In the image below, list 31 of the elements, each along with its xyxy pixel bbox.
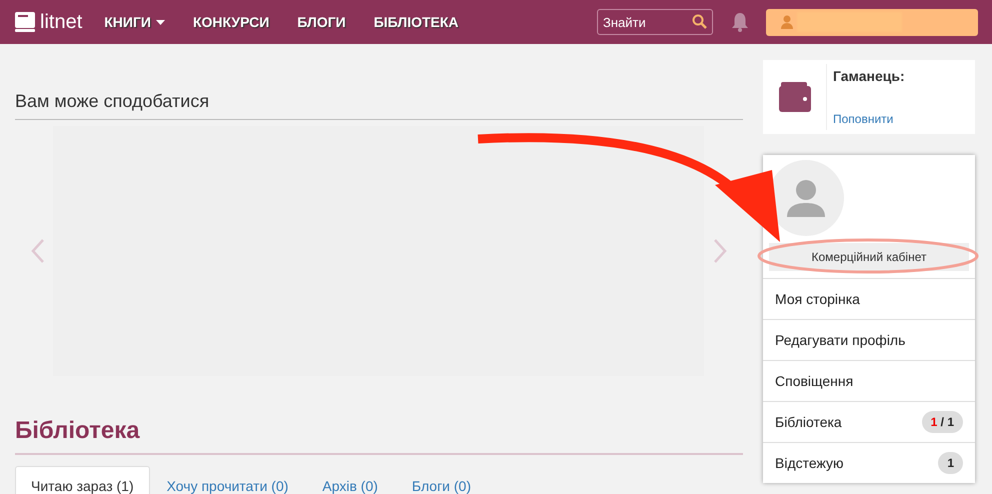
menu-item[interactable]: Редагувати профіль: [763, 319, 975, 360]
search-icon[interactable]: [692, 14, 707, 29]
count-badge: 1 / 1: [922, 411, 963, 433]
book-icon: [14, 11, 36, 33]
bell-icon[interactable]: [731, 12, 749, 32]
section-title: Вам може сподобатися: [15, 90, 210, 113]
top-up-link[interactable]: Поповнити: [833, 110, 905, 128]
user-menu[interactable]: [766, 8, 978, 36]
nav-link[interactable]: БЛОГИ: [297, 12, 346, 32]
logo[interactable]: litnet: [14, 7, 82, 37]
tab[interactable]: Читаю зараз (1): [15, 466, 150, 494]
menu-item[interactable]: Відстежую 1: [763, 442, 975, 483]
menu-item[interactable]: Бібліотека 1 / 1: [763, 401, 975, 442]
menu-item[interactable]: Моя сторінка: [763, 278, 975, 319]
wallet-title: Гаманець:: [833, 67, 905, 86]
wallet-icon: [778, 82, 810, 112]
user-icon: [780, 15, 794, 29]
tab[interactable]: Хочу прочитати (0): [150, 466, 306, 494]
user-icon: [786, 179, 826, 217]
nav-link[interactable]: КОНКУРСИ: [192, 12, 270, 32]
menu-item[interactable]: Сповіщення: [763, 360, 975, 401]
nav-link[interactable]: БІБЛІОТЕКА: [374, 12, 459, 32]
search-field[interactable]: Знайти: [597, 9, 713, 35]
section-title: Бібліотека: [15, 416, 141, 446]
caret-icon: [156, 20, 165, 24]
chevron-right-icon[interactable]: [713, 238, 727, 264]
tab[interactable]: Блоги (0): [394, 466, 488, 494]
count-badge: 1: [938, 452, 963, 474]
tab[interactable]: Архів (0): [305, 466, 395, 494]
nav-link[interactable]: КНИГИ: [104, 12, 165, 32]
chevron-left-icon[interactable]: [31, 238, 45, 264]
